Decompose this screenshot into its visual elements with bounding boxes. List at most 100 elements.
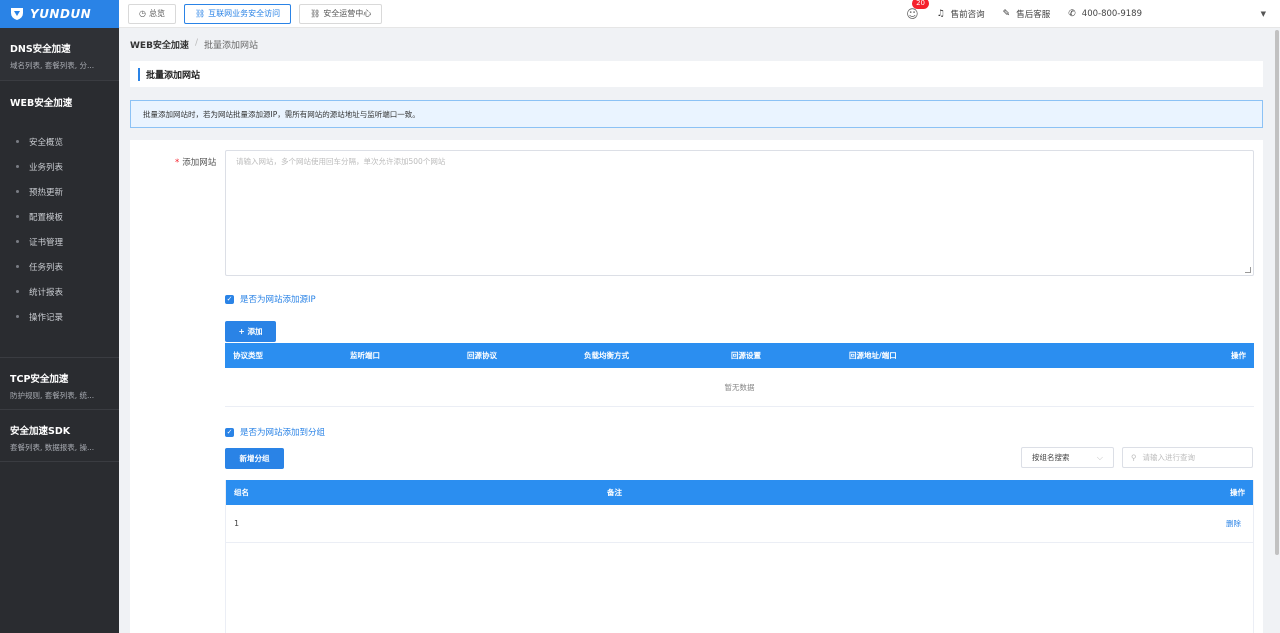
sidebar-item-business-list[interactable]: 业务列表 [10, 154, 109, 179]
phone-link[interactable]: ✆ 400-800-9189 [1068, 9, 1142, 19]
checkbox-checked-icon: ✓ [225, 427, 234, 437]
phone-icon: ✆ [1068, 9, 1076, 19]
aftersale-link[interactable]: ✎ 售后客服 [1003, 8, 1051, 20]
sidebar-item-preheat[interactable]: 预热更新 [10, 179, 109, 204]
tab-label: 安全运营中心 [323, 9, 372, 18]
required-icon: * [175, 158, 180, 168]
header-origin-protocol: 回源协议 [467, 351, 497, 360]
header-protocol: 协议类型 [233, 351, 263, 360]
sidebar-item-certificates[interactable]: 证书管理 [10, 229, 109, 254]
site-label-text: 添加网站 [182, 158, 217, 168]
empty-state: 暂无数据 [225, 368, 1254, 407]
select-value: 按组名搜索 [1032, 453, 1070, 462]
sidebar-item-label: 业务列表 [29, 162, 64, 173]
logo[interactable]: YUNDUN [0, 0, 119, 28]
sidebar-group-sub: 防护规则, 套餐列表, 统... [10, 391, 95, 400]
notice-banner: 批量添加网站时，若为网站批量添加源IP，需所有网站的源站地址与监听端口一致。 [130, 100, 1263, 128]
search-input[interactable]: ⚲ 请输入进行查询 [1122, 447, 1253, 468]
header-actions: 操作 [1231, 351, 1246, 360]
dashboard-icon: ◷ [139, 9, 146, 18]
presale-label: 售前咨询 [950, 10, 985, 20]
tab-security-ops[interactable]: ⛓ 安全运营中心 [299, 3, 383, 24]
header-remark: 备注 [607, 488, 622, 497]
breadcrumb-separator: / [194, 38, 198, 48]
table-row: 1 删除 [226, 505, 1253, 543]
source-table: 协议类型 监听端口 回源协议 负载均衡方式 回源设置 回源地址/端口 操作 暂无… [225, 343, 1254, 407]
bullet-icon [16, 190, 19, 193]
bullet-icon [16, 265, 19, 268]
sidebar-item-label: 操作记录 [29, 312, 64, 323]
checkbox-checked-icon: ✓ [225, 294, 234, 304]
sidebar-item-overview[interactable]: 安全概览 [10, 129, 109, 154]
resize-handle-icon[interactable] [1245, 267, 1251, 273]
sidebar-item-label: 配置模板 [29, 212, 64, 223]
sidebar-item-label: 统计报表 [29, 287, 64, 298]
bullet-icon [16, 140, 19, 143]
breadcrumb-root[interactable]: WEB安全加速 [130, 38, 189, 51]
page-scrollbar[interactable] [1275, 30, 1279, 555]
sidebar-group-sub: 套餐列表, 数据报表, 操... [10, 443, 95, 452]
page-title: 批量添加网站 [146, 70, 201, 81]
message-icon[interactable]: ☺ 20 [906, 0, 929, 21]
tab-label: 总览 [148, 9, 165, 18]
user-menu[interactable]: ▼ [1166, 7, 1266, 21]
logo-text: YUNDUN [30, 7, 92, 21]
sidebar-item-reports[interactable]: 统计报表 [10, 279, 109, 304]
sidebar-group-title[interactable]: WEB安全加速 [10, 95, 109, 109]
top-bar: ◷ 总览 ⛓ 互联网业务安全访问 ⛓ 安全运营中心 ☺ 20 ♫ 售前咨询 ✎ 售后客服 ✆… [119, 0, 1280, 28]
caret-down-icon: ▼ [1260, 10, 1266, 18]
sidebar-group-sub: 域名列表, 套餐列表, 分... [10, 61, 95, 70]
logo-shield-icon [11, 8, 23, 20]
site-textarea[interactable]: 请输入网站，多个网站使用回车分隔，单次允许添加500个网站 [225, 150, 1254, 276]
search-placeholder: 请输入进行查询 [1142, 453, 1196, 462]
sidebar-group-sdk[interactable]: 安全加速SDK 套餐列表, 数据报表, 操... [0, 410, 119, 462]
site-field-label: * 添加网站 [175, 156, 216, 168]
tab-overview[interactable]: ◷ 总览 [128, 3, 176, 24]
group-checkbox[interactable]: ✓ 是否为网站添加到分组 [225, 426, 325, 438]
title-accent-bar [138, 67, 140, 81]
phone-number: 400-800-9189 [1081, 9, 1142, 19]
bullet-icon [16, 215, 19, 218]
bullet-icon [16, 315, 19, 318]
header-group-name: 组名 [234, 488, 249, 497]
tab-label: 互联网业务安全访问 [208, 9, 281, 18]
sidebar-group-tcp[interactable]: TCP安全加速 防护规则, 套餐列表, 统... [0, 358, 119, 410]
breadcrumb: WEB安全加速 / 批量添加网站 [130, 38, 258, 51]
sidebar-group-dns[interactable]: DNS安全加速 域名列表, 套餐列表, 分... [0, 28, 119, 81]
chevron-down-icon: ⌵ [1096, 452, 1103, 462]
sidebar-item-label: 任务列表 [29, 262, 64, 273]
group-check-label: 是否为网站添加到分组 [240, 428, 326, 438]
search-icon: ⚲ [1131, 453, 1137, 462]
group-name-cell: 1 [234, 519, 240, 528]
group-table-header: 组名 备注 操作 [226, 480, 1253, 505]
delete-link[interactable]: 删除 [1226, 505, 1241, 543]
top-right-actions: ☺ 20 ♫ 售前咨询 ✎ 售后客服 ✆ 400-800-9189 ▼ [906, 0, 1280, 28]
sidebar-item-label: 安全概览 [29, 137, 64, 148]
source-ip-checkbox[interactable]: ✓ 是否为网站添加源IP [225, 293, 316, 305]
add-source-button[interactable]: + 添加 [225, 321, 276, 342]
sidebar-item-label: 证书管理 [29, 237, 64, 248]
sidebar-item-templates[interactable]: 配置模板 [10, 204, 109, 229]
sidebar-item-logs[interactable]: 操作记录 [10, 304, 109, 329]
header-load-balance: 负载均衡方式 [584, 351, 629, 360]
group-table: 组名 备注 操作 1 删除 [225, 480, 1254, 633]
tab-internet-security[interactable]: ⛓ 互联网业务安全访问 [183, 3, 292, 24]
sidebar-item-label: 预热更新 [29, 187, 64, 198]
link-icon: ⛓ [310, 9, 321, 18]
sidebar-item-tasks[interactable]: 任务列表 [10, 254, 109, 279]
search-type-select[interactable]: 按组名搜索 ⌵ [1021, 447, 1114, 468]
header-listen-port: 监听端口 [350, 351, 380, 360]
link-icon: ⛓ [194, 9, 206, 18]
form-card: * 添加网站 请输入网站，多个网站使用回车分隔，单次允许添加500个网站 ✓ 是否… [130, 140, 1263, 633]
source-table-header: 协议类型 监听端口 回源协议 负载均衡方式 回源设置 回源地址/端口 操作 [225, 343, 1254, 368]
sidebar-group-title: DNS安全加速 [10, 44, 71, 55]
bullet-icon [16, 165, 19, 168]
aftersale-label: 售后客服 [1016, 10, 1051, 20]
new-group-button[interactable]: 新增分组 [225, 448, 284, 469]
breadcrumb-current: 批量添加网站 [203, 41, 258, 51]
sidebar: YUNDUN DNS安全加速 域名列表, 套餐列表, 分... WEB安全加速 … [0, 0, 119, 633]
header-origin-address: 回源地址/端口 [849, 351, 897, 360]
sidebar-group-title: 安全加速SDK [10, 426, 71, 437]
presale-link[interactable]: ♫ 售前咨询 [937, 8, 985, 20]
headset-icon: ♫ [936, 9, 945, 19]
